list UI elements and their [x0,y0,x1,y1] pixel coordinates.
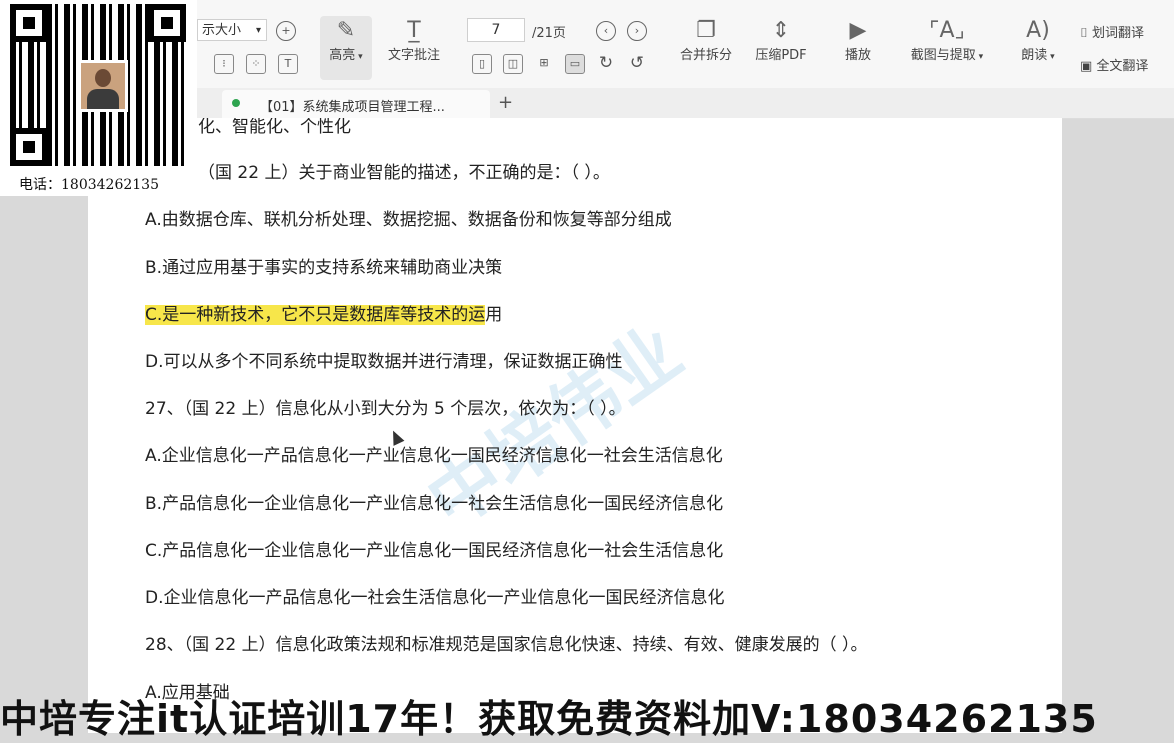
area-tool-icon[interactable]: ⁘ [246,54,266,74]
qr-overlay: 电话：18034262135 [0,0,197,196]
qr-finder [10,4,48,42]
select-tool-icon[interactable]: ⁝ [214,54,234,74]
play-icon: ▶ [849,18,867,43]
merge-split-button[interactable]: ❐ 合并拆分 [672,18,740,63]
doc-line: 27、（国 22 上）信息化从小到大分为 5 个层次，依次为：（ ）。 [145,399,626,419]
rotate-left-icon[interactable]: ↺ [627,54,647,74]
doc-line: D.可以从多个不同系统中提取数据并进行清理，保证数据正确性 [145,352,623,372]
watermark: 中培伟业 [412,309,697,544]
prev-page-icon[interactable]: ‹ [596,21,616,41]
compress-icon: ⇕ [771,18,791,43]
text-comment-button[interactable]: T̲ 文字批注 [382,18,446,63]
merge-split-label: 合并拆分 [679,48,732,63]
doc-line: D.企业信息化一产品信息化一社会生活信息化一产业信息化一国民经济信息化 [145,588,725,608]
full-translate-label: 全文翻译 [1096,59,1149,74]
read-aloud-label: 朗读 [1021,48,1048,63]
zoom-in-icon[interactable]: + [276,21,296,41]
double-page-icon[interactable]: ◫ [503,54,523,74]
document-page: 中培伟业 化、智能化、个性化 （国 22 上）关于商业智能的描述，不正确的是：（… [88,118,1062,733]
word-translate-icon: ⌷ [1080,26,1092,41]
play-label: 播放 [844,48,871,63]
page-number-input[interactable]: 7 [467,18,525,42]
screenshot-extract-button[interactable]: ⌜A⌟ 截图与提取 ▾ [904,18,990,63]
doc-line-tail: 用 [485,305,503,325]
chevron-down-icon: ▾ [355,52,363,62]
chevron-down-icon: ▾ [975,52,984,62]
single-page-icon[interactable]: ▯ [472,54,492,74]
highlight-label: 高亮 [329,48,356,63]
phone-label: 电话：18034262135 [19,177,159,193]
qr-code [10,4,186,166]
avatar [78,60,128,112]
read-aloud-button[interactable]: A) 朗读 ▾ [1012,18,1064,63]
doc-line: B.通过应用基于事实的支持系统来辅助商业决策 [145,258,503,278]
font-size-label: 示大小 [202,23,242,38]
text-comment-label: 文字批注 [387,48,440,63]
highlighted-text: C.是一种新技术，它不只是数据库等技术的运 [145,305,486,325]
doc-line: 28、（国 22 上）信息化政策法规和标准规范是国家信息化快速、持续、有效、健康… [145,635,868,655]
tab-label: 【01】系统集成项目管理工程... [260,100,445,115]
play-button[interactable]: ▶ 播放 [836,18,880,63]
grid-view-icon[interactable]: ⊞ [534,54,554,74]
compress-label: 压缩PDF [755,48,807,63]
doc-line: A.由数据仓库、联机分析处理、数据挖掘、数据备份和恢复等部分组成 [145,210,672,230]
highlight-tool[interactable]: ✎ 高亮 ▾ [322,18,370,63]
read-aloud-icon: A) [1026,18,1050,43]
qr-finder [148,4,186,42]
text-comment-icon: T̲ [407,18,421,43]
screenshot-icon: ⌜A⌟ [929,18,965,43]
rotate-right-icon[interactable]: ↻ [596,54,616,74]
unsaved-dot-icon [232,99,240,107]
doc-line: 化、智能化、个性化 [198,118,351,137]
word-translate-label: 划词翻译 [1091,26,1144,41]
screenshot-extract-label: 截图与提取 [910,48,976,63]
next-page-icon[interactable]: › [627,21,647,41]
promo-banner: 中培专注it认证培训17年！获取免费资料加V:18034262135 [0,697,1098,741]
full-translate-icon: ▣ [1080,59,1097,74]
qr-finder [10,128,48,166]
continuous-view-icon[interactable]: ▭ [565,54,585,74]
doc-line: B.产品信息化一企业信息化一产业信息化一社会生活信息化一国民经济信息化 [145,494,724,514]
doc-line: C.产品信息化一企业信息化一产业信息化一国民经济信息化一社会生活信息化 [145,541,724,561]
chevron-down-icon: ▾ [1047,52,1055,62]
highlighter-icon: ✎ [336,18,356,43]
doc-line: A.企业信息化一产品信息化一产业信息化一国民经济信息化一社会生活信息化 [145,446,723,466]
doc-line: C.是一种新技术，它不只是数据库等技术的运用 [145,300,502,325]
add-tab-icon[interactable]: + [498,92,513,113]
text-box-icon[interactable]: T [278,54,298,74]
page-total: /21页 [532,26,566,41]
word-translate-button[interactable]: ⌷ 划词翻译 [1080,22,1170,41]
tab-document[interactable]: 【01】系统集成项目管理工程... [222,90,490,118]
merge-split-icon: ❐ [696,18,716,43]
font-size-select[interactable]: 示大小 ▾ [197,19,267,41]
chevron-down-icon: ▾ [255,25,261,36]
doc-line: （国 22 上）关于商业智能的描述，不正确的是：（ ）。 [198,163,610,183]
compress-pdf-button[interactable]: ⇕ 压缩PDF [748,18,814,63]
full-translate-button[interactable]: ▣ 全文翻译 [1080,55,1170,74]
